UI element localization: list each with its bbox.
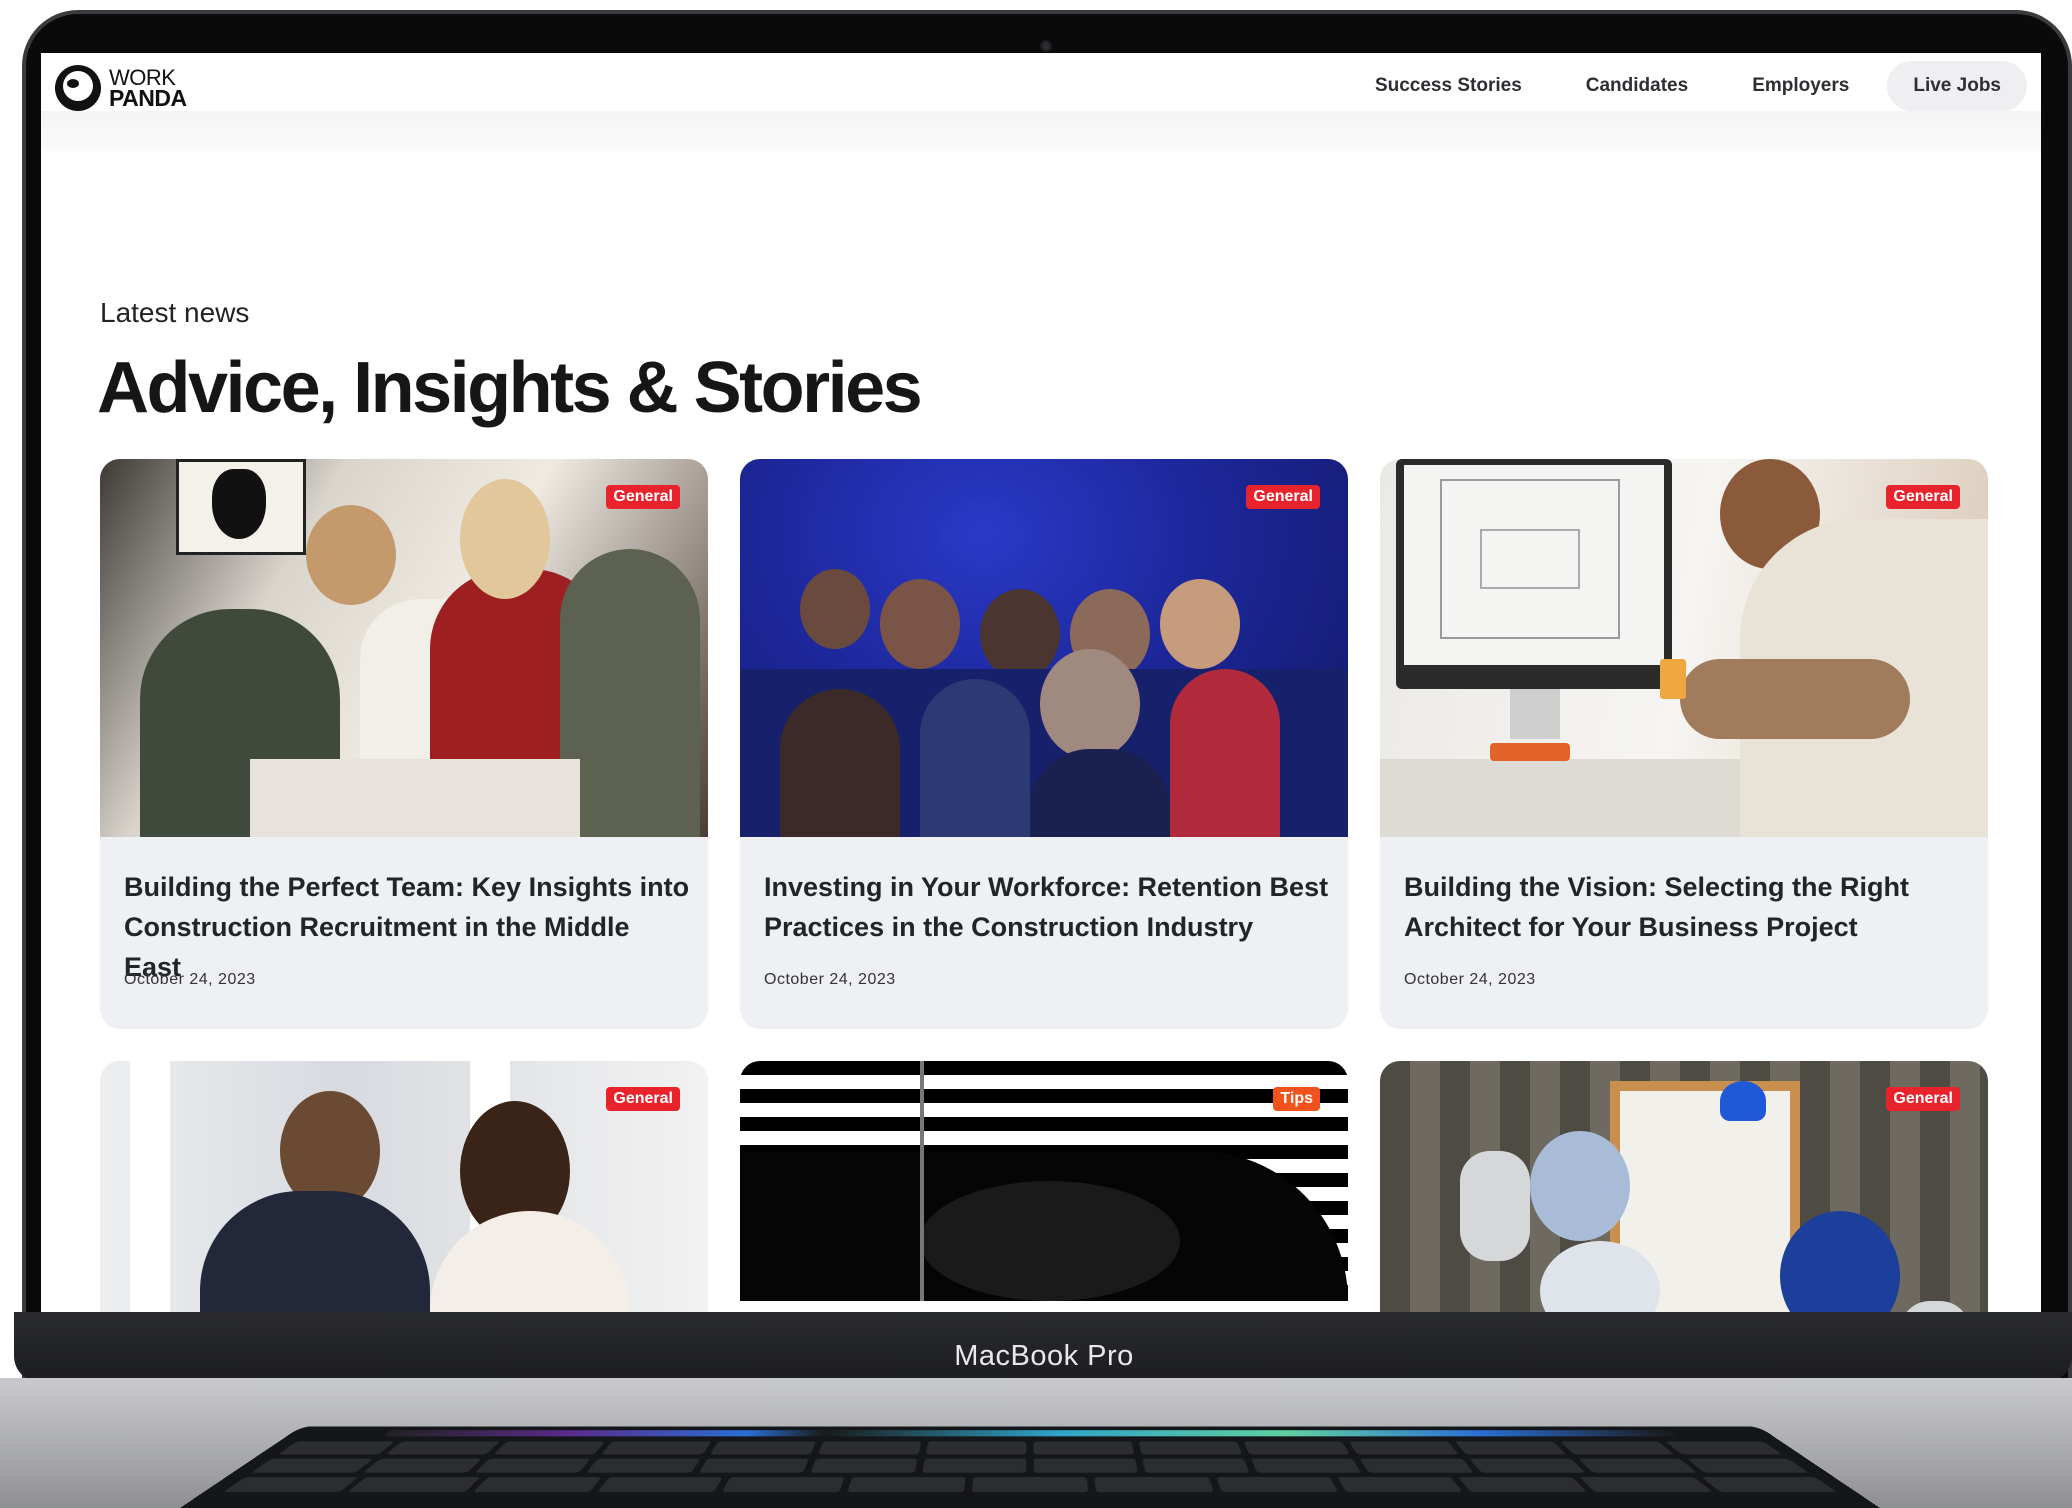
article-image: General [1380,459,1988,837]
article-card[interactable]: General Building the Perfect Team: Key I… [100,459,708,1029]
category-badge: General [1246,485,1320,509]
article-title[interactable]: Investing in Your Workforce: Retention B… [764,867,1334,947]
article-image: General [1380,1061,1988,1312]
logo-wordmark: WORK PANDA [109,67,187,111]
logo-text-bottom: PANDA [109,85,187,111]
site-logo[interactable]: WORK PANDA [55,65,187,111]
nav-links: Success Stories Candidates Employers Liv… [1343,61,2027,111]
article-card[interactable]: Tips [740,1061,1348,1312]
key-row [223,1477,1837,1493]
key-row [251,1458,1809,1473]
article-card[interactable]: General [1380,1061,1988,1312]
live-jobs-button[interactable]: Live Jobs [1887,61,2027,111]
article-card[interactable]: General Building the Vision: Selecting t… [1380,459,1988,1029]
panda-logo-icon [55,65,101,111]
article-card[interactable]: General Investing in Your Workforce: Ret… [740,459,1348,1029]
article-image: General [740,459,1348,837]
browser-screen: WORK PANDA Success Stories Candidates Em… [41,53,2041,1312]
article-card[interactable]: General [100,1061,708,1312]
category-badge: General [606,1087,680,1111]
top-navigation: WORK PANDA Success Stories Candidates Em… [41,53,2041,111]
key-row [277,1441,1783,1455]
nav-link-candidates[interactable]: Candidates [1554,61,1720,111]
article-title[interactable]: Building the Perfect Team: Key Insights … [124,867,694,987]
category-badge: General [1886,485,1960,509]
article-date: October 24, 2023 [124,971,256,988]
category-badge: General [1886,1087,1960,1111]
category-badge: Tips [1273,1087,1320,1111]
article-image: General [100,1061,708,1312]
article-image: Tips [740,1061,1348,1312]
camera-icon [1040,40,1052,52]
article-date: October 24, 2023 [764,971,896,988]
section-title: Advice, Insights & Stories [97,348,923,428]
nav-link-success-stories[interactable]: Success Stories [1343,61,1554,111]
touch-bar [382,1430,1678,1437]
laptop-mockup: WORK PANDA Success Stories Candidates Em… [0,0,2072,1508]
nav-divider [41,111,2041,151]
nav-link-employers[interactable]: Employers [1720,61,1881,111]
keyboard [180,1426,1880,1508]
category-badge: General [606,485,680,509]
article-title[interactable]: Building the Vision: Selecting the Right… [1404,867,1974,947]
article-date: October 24, 2023 [1404,971,1536,988]
article-image: General [100,459,708,837]
device-label: MacBook Pro [954,1340,1134,1372]
section-eyebrow: Latest news [100,297,250,328]
